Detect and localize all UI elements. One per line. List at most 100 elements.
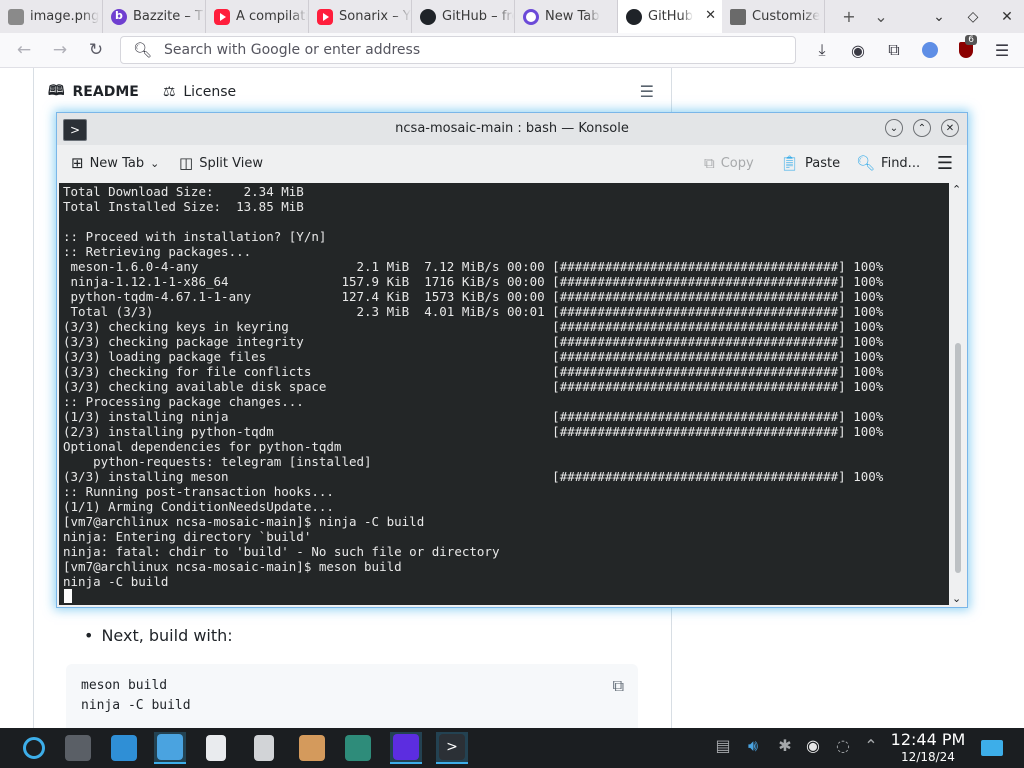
browser-tab[interactable]: GitHub – fre [412,0,515,33]
terminal-line: (3/3) checking keys in keyring [########… [63,319,884,334]
close-window-icon[interactable]: ✕ [990,0,1024,33]
image-icon [8,8,24,25]
new-tab-icon [523,8,539,25]
divider [33,68,34,728]
tab-license[interactable]: ⚖ License [163,84,236,100]
terminal-line: [vm7@archlinux ncsa-mosaic-main]$ meson … [63,559,402,574]
clipboard-icon[interactable]: ▤ [712,736,734,755]
tab-label: Customize [752,9,821,24]
customize-icon [730,8,746,25]
browser-tab[interactable]: Bazzite – The [103,0,206,33]
browser-tab[interactable]: Customize [722,0,825,33]
github-icon [420,8,436,25]
new-tab-plus-icon[interactable]: + [833,0,865,33]
terminal-scrollbar[interactable]: ⌃ ⌄ [951,183,965,605]
split-view-button[interactable]: ◫ Split View [179,154,263,172]
back-arrow-icon[interactable]: ← [6,33,42,67]
profile-icon[interactable] [912,33,948,67]
split-view-icon: ◫ [179,154,194,172]
scrollbar-thumb[interactable] [955,343,961,573]
browser-tab[interactable]: New Tab [515,0,618,33]
terminal-line: ninja-1.12.1-1-x86_64 157.9 KiB 1716 KiB… [63,274,884,289]
navigation-bar: ← → ↻ 🔍︎ Search with Google or enter add… [0,33,1024,68]
close-icon[interactable]: ✕ [941,119,959,137]
terminal-icon[interactable]: > [436,732,468,764]
downloads-icon[interactable]: ⤓ [804,33,840,67]
find-button[interactable]: 🔍︎ Find... [856,154,920,172]
minimize-icon[interactable]: ⌄ [922,0,956,33]
extensions-puzzle-icon[interactable]: ⧉ [876,33,912,67]
github-icon [626,8,642,25]
disc-icon[interactable]: ◉ [802,736,824,755]
browser-tab[interactable]: Sonarix – Y [309,0,412,33]
account-circle-icon[interactable]: ◉ [840,33,876,67]
app-launcher-icon[interactable] [18,732,50,764]
browser-tab-active[interactable]: GitHub ✕ [618,0,722,33]
new-tab-icon: ⊞ [71,154,84,172]
terminal-line: ninja -C build [63,574,169,589]
clock-date: 12/18/24 [901,750,955,764]
bluetooth-icon[interactable]: ✱ [774,736,796,755]
tab-list-chevron-icon[interactable]: ⌄ [865,0,897,33]
ublock-count-badge: 6 [965,35,977,45]
ublock-shield-icon[interactable]: 6 [948,33,984,67]
waydroid-icon[interactable] [342,732,374,764]
search-icon: 🔍︎ [856,154,876,172]
maximize-icon[interactable]: ◇ [956,0,990,33]
konsole-window: > ncsa-mosaic-main : bash — Konsole ⌄ ⌃ … [57,113,967,607]
terminal-line: Total Installed Size: 13.85 MiB [63,199,304,214]
chevron-down-icon[interactable]: ⌄ [952,592,961,605]
updates-icon[interactable]: ◌ [832,736,854,755]
close-tab-icon[interactable]: ✕ [705,8,716,23]
terminal-line: (1/1) Arming ConditionNeedsUpdate... [63,499,334,514]
settings-app-icon[interactable] [62,732,94,764]
maximize-icon[interactable]: ⌃ [913,119,931,137]
list-item: • Next, build with: [84,626,233,645]
hamburger-menu-icon[interactable]: ☰ [937,153,953,174]
chevron-up-icon[interactable]: ⌃ [860,736,882,755]
copy-icon: ⧉ [704,154,715,172]
bullet-dot: • [84,626,94,645]
outline-list-icon[interactable]: ☰ [640,82,654,101]
terminal-line: (3/3) checking available disk space [###… [63,379,884,394]
minimize-icon[interactable]: ⌄ [885,119,903,137]
hamburger-menu-icon[interactable]: ☰ [984,33,1020,67]
discover-store-icon[interactable] [108,732,140,764]
tab-label: A compilation [236,9,308,24]
firefox-icon[interactable] [390,732,422,764]
terminal-cursor [64,589,72,603]
volume-icon[interactable]: 🔊︎ [742,736,764,756]
archive-icon[interactable] [248,732,280,764]
terminal-line: (3/3) loading package files [###########… [63,349,884,364]
new-tab-button[interactable]: ⊞ New Tab ⌄ [71,154,159,172]
tab-label: New Tab [545,9,600,24]
reload-icon[interactable]: ↻ [78,33,114,67]
show-desktop-icon[interactable] [976,732,1008,764]
clock[interactable]: 12:44 PM 12/18/24 [886,730,970,764]
paste-button[interactable]: 📋︎ Paste [780,154,840,172]
copy-button[interactable]: ⧉ Copy [704,154,754,172]
tab-readme[interactable]: 🕮 README [48,80,139,104]
bullet-text: Next, build with: [101,626,233,645]
file-manager-icon[interactable] [154,732,186,764]
forward-arrow-icon[interactable]: → [42,33,78,67]
copy-icon[interactable]: ⧉ [613,676,624,696]
chevron-up-icon[interactable]: ⌃ [952,183,961,196]
package-icon[interactable] [296,732,328,764]
bazzite-icon [111,8,127,25]
terminal-line: (3/3) checking for file conflicts [#####… [63,364,884,379]
browser-tab[interactable]: image.png [0,0,103,33]
window-title: ncsa-mosaic-main : bash — Konsole [395,121,629,136]
terminal-line: Total (3/3) 2.3 MiB 4.01 MiB/s 00:01 [##… [63,304,884,319]
paste-icon: 📋︎ [780,154,800,172]
browser-tab[interactable]: A compilation [206,0,309,33]
text-editor-icon[interactable] [200,732,232,764]
code-line: ninja -C build [81,698,191,713]
terminal-output[interactable]: Total Download Size: 2.34 MiB Total Insta… [59,183,949,605]
tab-label: image.png [30,9,100,24]
terminal-line: python-requests: telegram [installed] [63,454,372,469]
new-tab-label: New Tab [89,155,145,171]
address-bar[interactable]: 🔍︎ Search with Google or enter address [120,36,796,64]
konsole-titlebar[interactable]: > ncsa-mosaic-main : bash — Konsole ⌄ ⌃ … [57,113,967,145]
tab-label: Bazzite – The [133,9,205,24]
